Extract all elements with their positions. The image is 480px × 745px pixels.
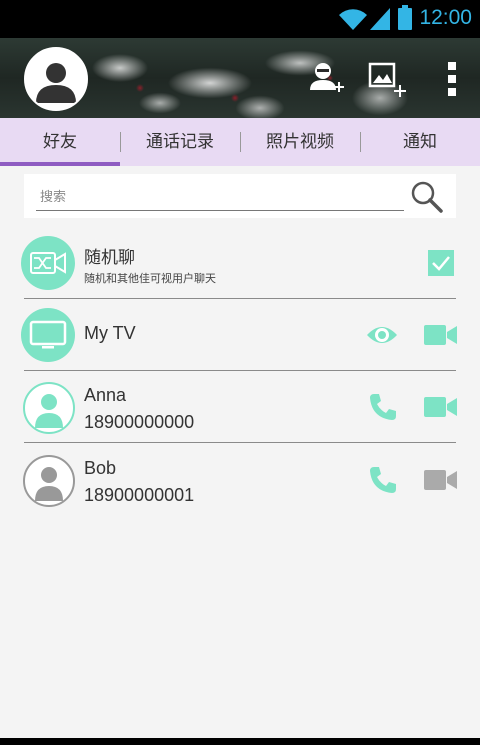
eye-icon[interactable] — [366, 321, 398, 349]
contact-name: 随机聊 — [84, 248, 135, 268]
tab-notifications[interactable]: 通知 — [360, 118, 480, 166]
contact-subtitle: 随机和其他佳可视用户聊天 — [84, 272, 216, 285]
tab-friends[interactable]: 好友 — [0, 118, 120, 166]
video-call-icon[interactable] — [424, 470, 458, 490]
contact-name: My TV — [84, 323, 136, 343]
tab-call-log[interactable]: 通话记录 — [120, 118, 240, 166]
avatar — [23, 455, 75, 507]
more-icon[interactable] — [446, 60, 460, 100]
contact-name: Anna — [84, 385, 127, 405]
search-bar — [24, 174, 456, 218]
signal-icon — [370, 8, 390, 30]
tv-icon — [29, 320, 67, 349]
list-item-contact[interactable]: Bob 18900000001 — [0, 444, 480, 516]
shuffle-video-icon — [30, 252, 66, 274]
tv-avatar — [21, 308, 75, 362]
battery-icon — [398, 5, 412, 30]
search-icon[interactable] — [410, 180, 444, 214]
add-friend-icon[interactable] — [308, 60, 346, 98]
tab-bar: 好友 通话记录 照片视频 通知 — [0, 118, 480, 166]
contact-name: Bob — [84, 458, 117, 478]
add-photo-icon[interactable] — [368, 60, 408, 100]
random-chat-avatar — [21, 236, 75, 290]
contact-number: 18900000000 — [84, 412, 195, 432]
avatar — [23, 382, 75, 434]
wifi-icon — [339, 9, 367, 31]
active-tab-indicator — [0, 162, 120, 166]
video-call-icon[interactable] — [424, 397, 458, 417]
phone-icon[interactable] — [368, 465, 398, 495]
checkbox-checked-icon[interactable] — [428, 250, 454, 276]
status-bar: 12:00 — [0, 0, 480, 38]
row-divider — [24, 442, 456, 443]
contact-number: 18900000001 — [84, 485, 195, 505]
phone-icon[interactable] — [368, 392, 398, 422]
user-icon — [35, 467, 63, 501]
clock: 12:00 — [419, 6, 472, 29]
list-item-random-chat[interactable]: 随机聊 随机和其他佳可视用户聊天 — [0, 227, 480, 299]
search-input[interactable] — [36, 184, 404, 211]
user-icon — [35, 394, 63, 428]
list-item-contact[interactable]: Anna 18900000000 — [0, 371, 480, 443]
video-call-icon[interactable] — [424, 325, 458, 345]
profile-header — [0, 38, 480, 118]
list-item-my-tv[interactable]: My TV — [0, 299, 480, 371]
navigation-bar — [0, 738, 480, 745]
avatar-icon[interactable] — [24, 47, 88, 111]
tab-photos-videos[interactable]: 照片视频 — [240, 118, 360, 166]
